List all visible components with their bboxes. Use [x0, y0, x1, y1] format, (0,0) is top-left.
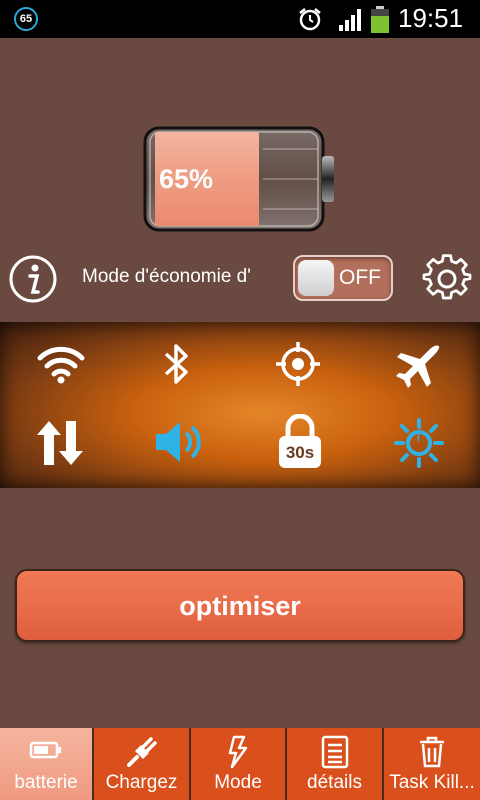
tab-batterie[interactable]: batterie	[0, 728, 94, 800]
optimize-button[interactable]: optimiser	[15, 569, 465, 642]
airplane-icon[interactable]	[393, 340, 443, 395]
wifi-icon[interactable]	[37, 344, 85, 389]
battery-percent: 65%	[159, 164, 214, 194]
toggle-state-label: OFF	[339, 266, 381, 289]
brightness-icon[interactable]	[394, 418, 444, 473]
bluetooth-icon[interactable]	[162, 342, 192, 391]
volume-icon[interactable]	[154, 419, 204, 470]
battery-status-icon	[370, 6, 390, 39]
screen-timeout-label: 30s	[285, 443, 315, 462]
tab-details[interactable]: détails	[287, 728, 384, 800]
lightning-icon	[226, 735, 250, 774]
tab-label: batterie	[14, 772, 78, 793]
power-saving-toggle[interactable]: OFF	[293, 255, 393, 301]
tab-mode[interactable]: Mode	[191, 728, 287, 800]
screen-timeout-icon[interactable]: 30s	[276, 413, 324, 475]
tab-label: Chargez	[105, 772, 178, 793]
tab-label: Mode	[214, 772, 262, 793]
status-bar: 65 19:51	[0, 0, 480, 38]
power-saving-mode-label: Mode d'économie d'	[82, 266, 251, 287]
tab-task-killer[interactable]: Task Kill...	[384, 728, 480, 800]
gear-icon[interactable]	[422, 254, 472, 309]
tab-chargez[interactable]: Chargez	[94, 728, 191, 800]
trash-icon	[418, 735, 446, 774]
notification-badge: 65	[14, 7, 38, 31]
alarm-icon	[297, 6, 323, 37]
bottom-tab-bar: batterie Chargez Mode détails Task Kill.…	[0, 728, 480, 800]
quick-settings-panel: 30s	[0, 322, 480, 488]
tab-label: détails	[307, 772, 362, 793]
battery-icon	[29, 735, 63, 770]
gps-icon[interactable]	[274, 340, 322, 393]
signal-icon	[338, 8, 364, 37]
plug-icon	[125, 735, 159, 774]
info-icon[interactable]	[8, 254, 58, 309]
tab-label: Task Kill...	[389, 772, 475, 793]
list-icon	[321, 735, 349, 774]
battery-graphic: 65%	[143, 126, 336, 232]
mobile-data-icon[interactable]	[35, 419, 85, 472]
toggle-knob	[298, 260, 334, 296]
clock: 19:51	[398, 3, 464, 33]
